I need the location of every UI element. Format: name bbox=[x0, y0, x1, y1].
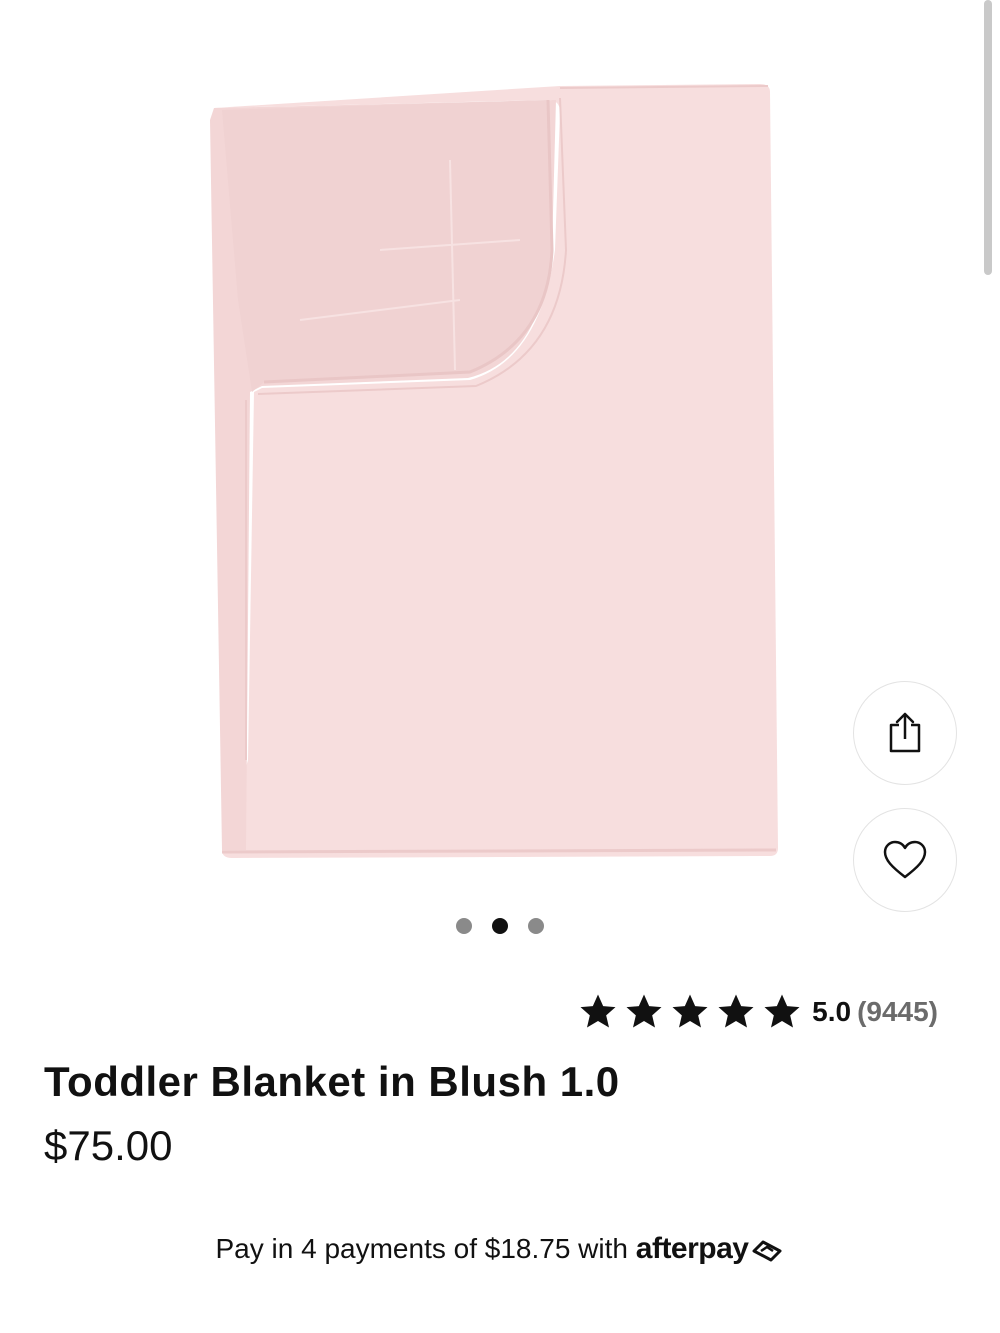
heart-icon bbox=[883, 840, 927, 879]
product-price: $75.00 bbox=[44, 1122, 173, 1169]
product-gallery[interactable] bbox=[0, 0, 1000, 960]
afterpay-logo: afterpay bbox=[635, 1232, 749, 1265]
afterpay-message[interactable]: Pay in 4 payments of $18.75 with afterpa… bbox=[0, 1232, 1000, 1266]
gallery-dot[interactable] bbox=[528, 918, 544, 934]
star-icon bbox=[718, 994, 754, 1028]
product-rating[interactable]: 5.0 (9445) bbox=[578, 992, 938, 1032]
gallery-pagination bbox=[0, 918, 1000, 934]
favorite-button[interactable] bbox=[853, 808, 957, 912]
gallery-dot[interactable] bbox=[456, 918, 472, 934]
afterpay-with: with bbox=[570, 1233, 636, 1264]
product-image bbox=[210, 84, 778, 858]
star-icon bbox=[580, 994, 616, 1028]
afterpay-arrows-icon bbox=[752, 1240, 782, 1262]
share-icon bbox=[889, 712, 921, 753]
star-icon bbox=[764, 994, 800, 1028]
share-button[interactable] bbox=[853, 681, 957, 785]
afterpay-installment-amount: $18.75 bbox=[484, 1233, 571, 1264]
gallery-dot-active[interactable] bbox=[492, 918, 508, 934]
star-icon bbox=[672, 994, 708, 1028]
product-title: Toddler Blanket in Blush 1.0 bbox=[44, 1058, 620, 1105]
rating-value: 5.0 bbox=[812, 996, 852, 1027]
star-icon bbox=[626, 994, 662, 1028]
afterpay-prefix: Pay in 4 payments of bbox=[215, 1233, 485, 1264]
star-rating bbox=[578, 992, 802, 1032]
review-count[interactable]: (9445) bbox=[857, 996, 938, 1028]
